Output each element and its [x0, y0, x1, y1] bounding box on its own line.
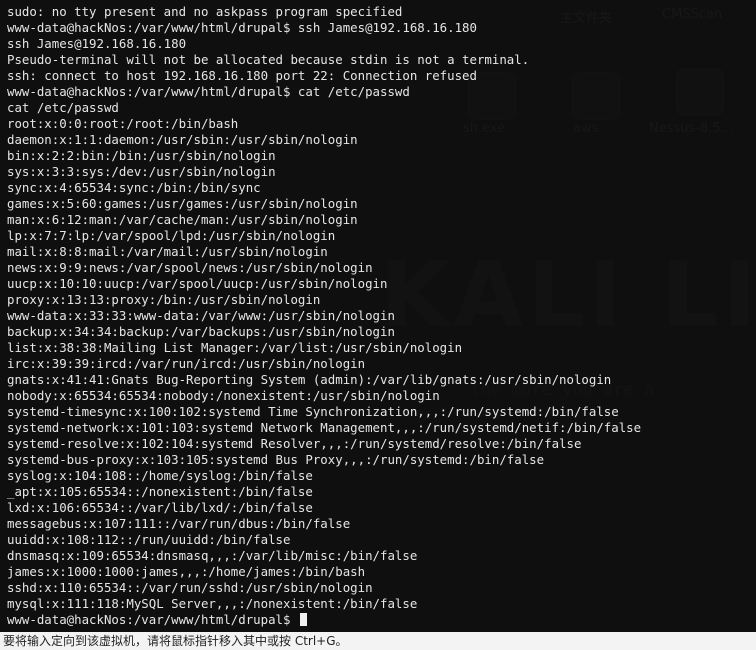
terminal-line: mysql:x:111:118:MySQL Server,,,:/nonexis… — [7, 596, 418, 611]
terminal-line: systemd-bus-proxy:x:103:105:systemd Bus … — [7, 452, 545, 467]
terminal-line: irc:x:39:39:ircd:/var/run/ircd:/usr/sbin… — [7, 356, 366, 371]
shell-prompt: www-data@hackNos:/var/www/html/drupal$ — [7, 612, 298, 627]
terminal-line: Pseudo-terminal will not be allocated be… — [7, 52, 530, 67]
terminal-line: ssh: connect to host 192.168.16.180 port… — [7, 68, 477, 83]
terminal-line: bin:x:2:2:bin:/bin:/usr/sbin/nologin — [7, 148, 276, 163]
terminal-line: games:x:5:60:games:/usr/games:/usr/sbin/… — [7, 196, 358, 211]
terminal-line: www-data@hackNos:/var/www/html/drupal$ c… — [7, 84, 410, 99]
terminal-line: messagebus:x:107:111::/var/run/dbus:/bin… — [7, 516, 351, 531]
terminal-line: sshd:x:110:65534::/var/run/sshd:/usr/sbi… — [7, 580, 373, 595]
terminal-line: ssh James@192.168.16.180 — [7, 36, 187, 51]
terminal-line: gnats:x:41:41:Gnats Bug-Reporting System… — [7, 372, 612, 387]
terminal-line: cat /etc/passwd — [7, 100, 119, 115]
terminal-line: uucp:x:10:10:uucp:/var/spool/uucp:/usr/s… — [7, 276, 388, 291]
terminal-line: www-data:x:33:33:www-data:/var/www:/usr/… — [7, 308, 395, 323]
terminal-output: sudo: no tty present and no askpass prog… — [7, 4, 756, 612]
terminal-line: systemd-timesync:x:100:102:systemd Time … — [7, 404, 619, 419]
terminal-line: _apt:x:105:65534::/nonexistent:/bin/fals… — [7, 484, 313, 499]
terminal-line: syslog:x:104:108::/home/syslog:/bin/fals… — [7, 468, 313, 483]
vm-screen[interactable]: 主文件夹 CMSScan sh.exe aws Nessus-8.5... KA… — [0, 0, 756, 650]
terminal-line: backup:x:34:34:backup:/var/backups:/usr/… — [7, 324, 395, 339]
terminal-line: sync:x:4:65534:sync:/bin:/bin/sync — [7, 180, 261, 195]
terminal-line: mail:x:8:8:mail:/var/mail:/usr/sbin/nolo… — [7, 244, 328, 259]
status-bar-text: 要将输入定向到该虚拟机，请将鼠标指针移入其中或按 Ctrl+G。 — [3, 634, 348, 648]
terminal-line: man:x:6:12:man:/var/cache/man:/usr/sbin/… — [7, 212, 358, 227]
terminal-line: uuidd:x:108:112::/run/uuidd:/bin/false — [7, 532, 291, 547]
terminal-line: lxd:x:106:65534::/var/lib/lxd/:/bin/fals… — [7, 500, 313, 515]
terminal-line: systemd-resolve:x:102:104:systemd Resolv… — [7, 436, 582, 451]
terminal-line: news:x:9:9:news:/var/spool/news:/usr/sbi… — [7, 260, 373, 275]
terminal-line: systemd-network:x:101:103:systemd Networ… — [7, 420, 642, 435]
terminal-line: dnsmasq:x:109:65534:dnsmasq,,,:/var/lib/… — [7, 548, 418, 563]
terminal-cursor — [299, 613, 307, 626]
terminal-line: www-data@hackNos:/var/www/html/drupal$ s… — [7, 20, 477, 35]
terminal-line: proxy:x:13:13:proxy:/bin:/usr/sbin/nolog… — [7, 292, 321, 307]
terminal-line: root:x:0:0:root:/root:/bin/bash — [7, 116, 239, 131]
terminal-line: nobody:x:65534:65534:nobody:/nonexistent… — [7, 388, 440, 403]
terminal-prompt-line[interactable]: www-data@hackNos:/var/www/html/drupal$ — [7, 612, 756, 628]
terminal-line: sudo: no tty present and no askpass prog… — [7, 4, 403, 19]
terminal-line: james:x:1000:1000:james,,,:/home/james:/… — [7, 564, 366, 579]
terminal-line: daemon:x:1:1:daemon:/usr/sbin:/usr/sbin/… — [7, 132, 358, 147]
terminal-line: sys:x:3:3:sys:/dev:/usr/sbin/nologin — [7, 164, 276, 179]
terminal-line: list:x:38:38:Mailing List Manager:/var/l… — [7, 340, 463, 355]
vm-status-bar: 要将输入定向到该虚拟机，请将鼠标指针移入其中或按 Ctrl+G。 — [0, 632, 756, 650]
terminal-line: lp:x:7:7:lp:/var/spool/lpd:/usr/sbin/nol… — [7, 228, 336, 243]
terminal-window[interactable]: sudo: no tty present and no askpass prog… — [0, 0, 756, 632]
